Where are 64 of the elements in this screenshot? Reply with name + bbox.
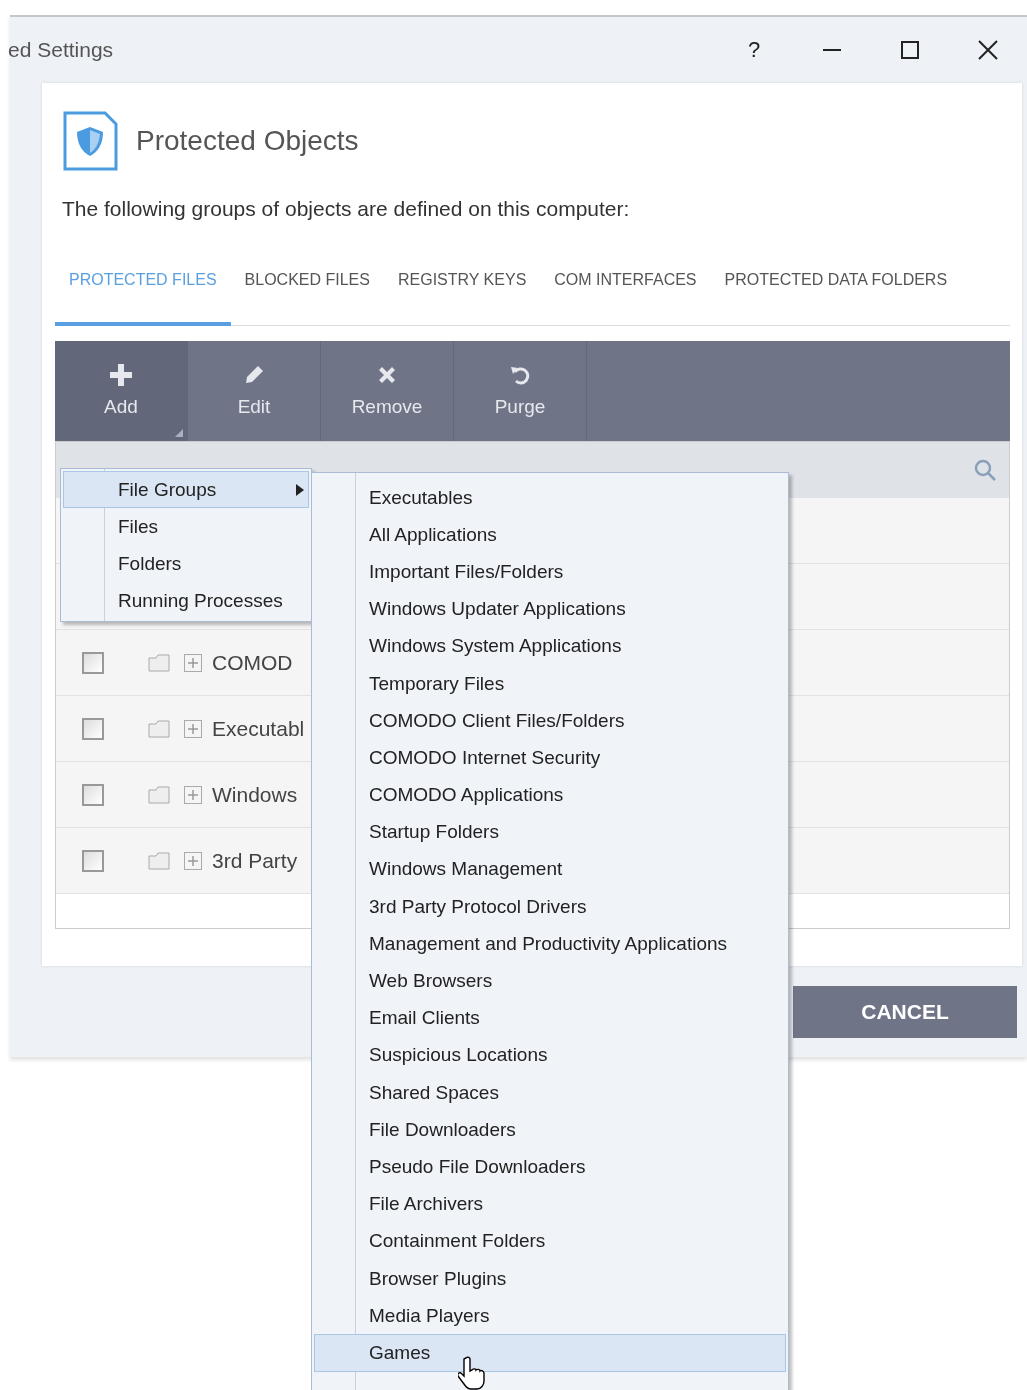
minimize-icon bbox=[823, 49, 841, 51]
group-name: 3rd Party bbox=[212, 848, 298, 873]
menu-item[interactable]: Temporary Files bbox=[314, 664, 786, 703]
folder-icon bbox=[148, 785, 170, 804]
menu-item[interactable]: COMODO Applications bbox=[314, 776, 786, 814]
description-text: The following groups of objects are defined on this computer: bbox=[62, 197, 631, 221]
dropdown-corner-icon bbox=[175, 429, 183, 437]
menu-item[interactable]: Executables bbox=[314, 479, 786, 517]
menu-item[interactable]: Browser Plugins bbox=[314, 1259, 786, 1298]
row-checkbox[interactable] bbox=[82, 651, 104, 674]
menu-item[interactable]: Web Browsers bbox=[314, 962, 786, 1000]
menu-item[interactable]: Running Processes bbox=[63, 582, 309, 619]
group-name: Windows bbox=[212, 782, 298, 807]
undo-icon bbox=[509, 364, 531, 386]
menu-item[interactable]: COMODO Internet Security bbox=[314, 739, 786, 777]
menu-item[interactable]: Important Files/Folders bbox=[314, 553, 786, 591]
row-checkbox[interactable] bbox=[82, 717, 104, 740]
menu-item[interactable]: Containment Folders bbox=[314, 1222, 786, 1260]
tab[interactable]: PROTECTED DATA FOLDERS bbox=[710, 271, 962, 326]
group-name: COMOD bbox=[212, 650, 293, 675]
shield-document-icon bbox=[62, 111, 118, 171]
menu-item[interactable]: Windows System Applications bbox=[314, 627, 786, 665]
menu-item[interactable]: Pseudo File Downloaders bbox=[314, 1148, 786, 1186]
tab[interactable]: COM INTERFACES bbox=[540, 271, 711, 326]
page-title: Protected Objects bbox=[136, 125, 359, 157]
menu-item[interactable]: Windows Management bbox=[314, 850, 786, 889]
menu-item[interactable]: Management and Productivity Applications bbox=[314, 925, 786, 963]
row-checkbox[interactable] bbox=[82, 849, 104, 872]
tab[interactable]: REGISTRY KEYS bbox=[383, 271, 541, 326]
plus-icon bbox=[110, 364, 132, 386]
menu-item[interactable]: Files bbox=[63, 508, 309, 545]
help-button[interactable]: ? bbox=[715, 25, 793, 75]
folder-icon bbox=[148, 653, 170, 672]
menu-item[interactable]: File Archivers bbox=[314, 1185, 786, 1223]
pencil-icon bbox=[243, 364, 265, 386]
menu-item[interactable]: 3rd Party Protocol Drivers bbox=[314, 888, 786, 926]
menu-item[interactable]: Startup Folders bbox=[314, 813, 786, 851]
expand-icon[interactable] bbox=[184, 653, 202, 672]
menu-item[interactable]: Shared Spaces bbox=[314, 1074, 786, 1112]
menu-item[interactable]: COMODO Client Files/Folders bbox=[314, 702, 786, 740]
search-icon[interactable] bbox=[973, 458, 997, 482]
menu-item[interactable]: File Downloaders bbox=[314, 1111, 786, 1149]
menu-item[interactable]: Email Clients bbox=[314, 999, 786, 1037]
folder-icon bbox=[148, 851, 170, 870]
close-icon bbox=[978, 40, 998, 60]
menu-item[interactable]: All Applications bbox=[314, 516, 786, 554]
menu-item[interactable]: Folders bbox=[63, 545, 309, 582]
menu-item[interactable]: Suspicious Locations bbox=[314, 1036, 786, 1074]
expand-icon[interactable] bbox=[184, 719, 202, 738]
expand-icon[interactable] bbox=[184, 785, 202, 804]
menu-item[interactable]: File Groups bbox=[63, 471, 309, 508]
expand-icon[interactable] bbox=[184, 851, 202, 870]
menu-item[interactable]: Media Players bbox=[314, 1297, 786, 1335]
maximize-icon bbox=[901, 41, 919, 59]
menu-item[interactable]: Windows Updater Applications bbox=[314, 590, 786, 628]
group-name: Executabl bbox=[212, 716, 305, 741]
add-button[interactable]: Add bbox=[55, 341, 188, 441]
row-checkbox[interactable] bbox=[82, 783, 104, 806]
hand-cursor-icon bbox=[458, 1356, 488, 1390]
menu-item[interactable]: Games bbox=[314, 1334, 786, 1372]
cancel-button[interactable]: CANCEL bbox=[793, 985, 1017, 1038]
window-title: ed Settings bbox=[8, 38, 115, 62]
folder-icon bbox=[148, 719, 170, 738]
tab[interactable]: BLOCKED FILES bbox=[230, 271, 384, 326]
